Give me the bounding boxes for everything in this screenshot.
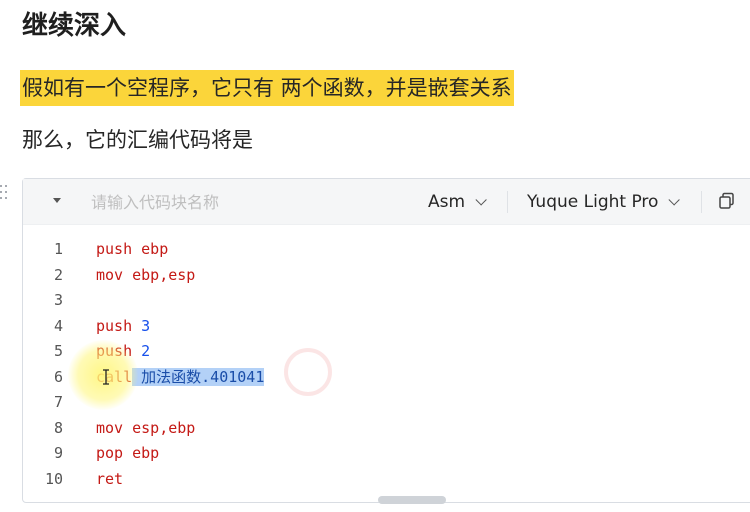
code-line: push ebp [96, 240, 169, 258]
code-number: 2 [141, 342, 151, 360]
line-number: 2 [53, 265, 63, 284]
code-line: pop ebp [96, 444, 160, 462]
code-block[interactable]: Asm Yuque Light Pro 1 2 3 4 5 6 7 8 9 10… [22, 178, 750, 503]
chevron-down-icon [668, 194, 681, 206]
code-content[interactable]: push ebp mov ebp,esp push 3 push 2 call … [96, 237, 265, 492]
click-indicator [284, 348, 332, 396]
line-number: 8 [53, 418, 63, 437]
highlighted-text: 假如有一个空程序，它只有 两个函数，并是嵌套关系 [20, 70, 514, 106]
code-toolbar: Asm Yuque Light Pro [23, 179, 750, 225]
highlighted-paragraph: 假如有一个空程序，它只有 两个函数，并是嵌套关系 [20, 70, 514, 106]
code-line: call 加法函数.401041 [96, 365, 265, 391]
line-number: 5 [53, 342, 63, 360]
code-keyword: call [96, 367, 133, 386]
code-line: ret [96, 469, 124, 488]
toolbar-divider [507, 191, 508, 213]
code-number: 3 [141, 316, 151, 335]
toolbar-divider [701, 191, 702, 213]
horizontal-scrollbar[interactable] [378, 496, 446, 504]
selected-text: 加法函数.401041 [132, 367, 265, 386]
page-title: 继续深入 [22, 11, 127, 41]
line-number: 10 [44, 469, 63, 488]
code-title-input[interactable] [89, 189, 393, 215]
theme-label: Yuque Light Pro [527, 192, 659, 212]
line-number: 3 [53, 291, 63, 309]
code-line: push 2 [96, 339, 264, 365]
code-line: mov ebp,esp [96, 265, 196, 284]
theme-select[interactable]: Yuque Light Pro [527, 189, 681, 215]
paragraph: 那么，它的汇编代码将是 [22, 128, 253, 152]
copy-button[interactable] [717, 191, 739, 213]
language-label: Asm [428, 192, 466, 212]
language-select[interactable]: Asm [428, 189, 487, 215]
code-line: mov esp,ebp [96, 418, 196, 437]
chevron-down-icon [475, 194, 487, 206]
line-number: 1 [53, 240, 63, 258]
line-numbers: 1 2 3 4 5 6 7 8 9 10 [23, 237, 63, 492]
code-line: push 3 [96, 314, 264, 340]
line-number: 6 [53, 367, 63, 386]
code-keyword: push [96, 316, 142, 335]
line-number: 4 [53, 316, 63, 335]
line-number: 9 [53, 444, 63, 462]
collapse-arrow-icon[interactable] [53, 198, 61, 203]
line-number: 7 [53, 393, 63, 411]
drag-handle-icon[interactable] [0, 185, 10, 201]
copy-icon [719, 192, 734, 209]
code-keyword: push [96, 342, 142, 360]
